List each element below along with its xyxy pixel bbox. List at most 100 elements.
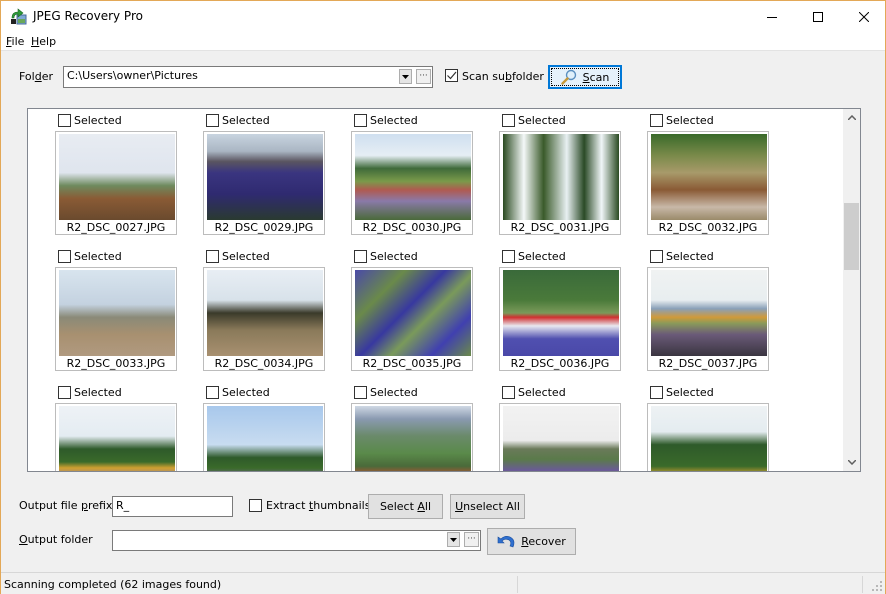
output-prefix-input[interactable]: R_ (112, 496, 233, 517)
select-checkbox[interactable] (650, 386, 663, 399)
thumbnail-filename: R2_DSC_0032.JPG (658, 221, 758, 234)
thumbnail-frame[interactable]: R2_DSC_0031.JPG (499, 131, 621, 235)
thumbnail-image[interactable] (207, 406, 323, 471)
folder-combo[interactable]: C:\Users\owner\Pictures ··· (63, 66, 433, 88)
thumbnail-image[interactable] (503, 270, 619, 356)
select-checkbox[interactable] (502, 250, 515, 263)
select-checkbox-label[interactable]: Selected (370, 386, 418, 399)
select-checkbox-label[interactable]: Selected (666, 114, 714, 127)
focus-ring (551, 68, 619, 86)
select-checkbox[interactable] (58, 114, 71, 127)
thumbnail-frame[interactable]: R2_DSC_0034.JPG (203, 267, 325, 371)
thumbnail-image[interactable] (207, 270, 323, 356)
thumbnail-frame[interactable] (203, 403, 325, 471)
resize-grip-icon[interactable] (872, 581, 882, 591)
thumbnail-image[interactable] (651, 406, 767, 471)
thumbnail-frame[interactable] (55, 403, 177, 471)
status-separator (517, 576, 518, 593)
menu-file-label: ile (11, 35, 25, 48)
thumbnail-frame[interactable]: R2_DSC_0029.JPG (203, 131, 325, 235)
extract-thumbnails-checkbox[interactable] (249, 499, 262, 512)
select-checkbox-label[interactable]: Selected (518, 250, 566, 263)
thumbnail-gallery[interactable]: Selected Selected Selected Selected Selected… (27, 108, 861, 472)
select-checkbox[interactable] (206, 114, 219, 127)
folder-input[interactable]: C:\Users\owner\Pictures (67, 69, 198, 82)
thumbnail-image[interactable] (503, 134, 619, 220)
unselect-all-label: Unselect All (455, 500, 520, 513)
chevron-up-icon (847, 115, 856, 120)
menu-file[interactable]: File (6, 35, 24, 48)
folder-dropdown-button[interactable] (399, 69, 412, 84)
recover-button[interactable]: Recover (487, 528, 576, 555)
window-title: JPEG Recovery Pro (33, 9, 143, 23)
scroll-thumb[interactable] (844, 203, 859, 270)
extract-thumbnails-label[interactable]: Extract thumbnails (266, 499, 370, 512)
select-checkbox[interactable] (502, 114, 515, 127)
thumbnail-image[interactable] (355, 406, 471, 471)
maximize-icon (813, 11, 823, 22)
maximize-button[interactable] (795, 1, 841, 32)
chevron-down-icon (847, 460, 856, 465)
minimize-icon (767, 16, 777, 18)
select-checkbox-label[interactable]: Selected (222, 386, 270, 399)
select-checkbox[interactable] (354, 386, 367, 399)
thumbnail-image[interactable] (651, 270, 767, 356)
select-checkbox[interactable] (650, 114, 663, 127)
thumbnail-filename: R2_DSC_0030.JPG (362, 221, 462, 234)
select-checkbox[interactable] (354, 114, 367, 127)
thumbnail-frame[interactable]: R2_DSC_0027.JPG (55, 131, 177, 235)
select-checkbox-label[interactable]: Selected (74, 250, 122, 263)
select-checkbox-label[interactable]: Selected (370, 250, 418, 263)
select-checkbox-label[interactable]: Selected (666, 386, 714, 399)
thumbnail-frame[interactable]: R2_DSC_0032.JPG (647, 131, 769, 235)
thumbnail-frame[interactable] (499, 403, 621, 471)
unselect-all-button[interactable]: Unselect All (450, 494, 525, 519)
select-checkbox[interactable] (58, 250, 71, 263)
select-checkbox[interactable] (206, 386, 219, 399)
thumbnail-image[interactable] (59, 406, 175, 471)
scan-button[interactable]: Scan (548, 65, 622, 89)
select-checkbox-label[interactable]: Selected (74, 386, 122, 399)
select-checkbox-label[interactable]: Selected (518, 114, 566, 127)
thumbnail-frame[interactable]: R2_DSC_0033.JPG (55, 267, 177, 371)
menu-help[interactable]: Help (31, 35, 56, 48)
select-checkbox-label[interactable]: Selected (74, 114, 122, 127)
output-folder-browse-button[interactable]: ··· (464, 532, 479, 547)
vertical-scrollbar[interactable] (843, 109, 860, 471)
scroll-down-button[interactable] (843, 454, 860, 471)
thumbnail-image[interactable] (59, 134, 175, 220)
thumbnail-image[interactable] (503, 406, 619, 471)
folder-label: Folder (19, 70, 54, 83)
thumbnail-image[interactable] (651, 134, 767, 220)
thumbnail-frame[interactable] (647, 403, 769, 471)
scroll-up-button[interactable] (843, 109, 860, 126)
select-checkbox[interactable] (650, 250, 663, 263)
select-checkbox-label[interactable]: Selected (222, 114, 270, 127)
select-checkbox-label[interactable]: Selected (518, 386, 566, 399)
close-button[interactable] (841, 1, 886, 32)
thumbnail-frame[interactable]: R2_DSC_0035.JPG (351, 267, 473, 371)
output-folder-combo[interactable]: ··· (112, 530, 481, 551)
scan-subfolder-checkbox[interactable] (445, 69, 458, 82)
thumbnail-frame[interactable]: R2_DSC_0036.JPG (499, 267, 621, 371)
thumbnail-image[interactable] (59, 270, 175, 356)
output-folder-label: Output folder (19, 533, 93, 546)
select-checkbox-label[interactable]: Selected (666, 250, 714, 263)
thumbnail-image[interactable] (355, 134, 471, 220)
thumbnail-image[interactable] (207, 134, 323, 220)
thumbnail-frame[interactable] (351, 403, 473, 471)
select-checkbox-label[interactable]: Selected (370, 114, 418, 127)
folder-browse-button[interactable]: ··· (416, 69, 431, 84)
thumbnail-image[interactable] (355, 270, 471, 356)
select-checkbox[interactable] (58, 386, 71, 399)
select-checkbox-label[interactable]: Selected (222, 250, 270, 263)
select-all-button[interactable]: Select All (368, 494, 443, 519)
thumbnail-frame[interactable]: R2_DSC_0037.JPG (647, 267, 769, 371)
scan-subfolder-label[interactable]: Scan subfolder (462, 70, 544, 83)
thumbnail-frame[interactable]: R2_DSC_0030.JPG (351, 131, 473, 235)
select-checkbox[interactable] (502, 386, 515, 399)
select-checkbox[interactable] (206, 250, 219, 263)
minimize-button[interactable] (749, 1, 795, 32)
select-checkbox[interactable] (354, 250, 367, 263)
output-folder-dropdown-button[interactable] (447, 532, 460, 547)
